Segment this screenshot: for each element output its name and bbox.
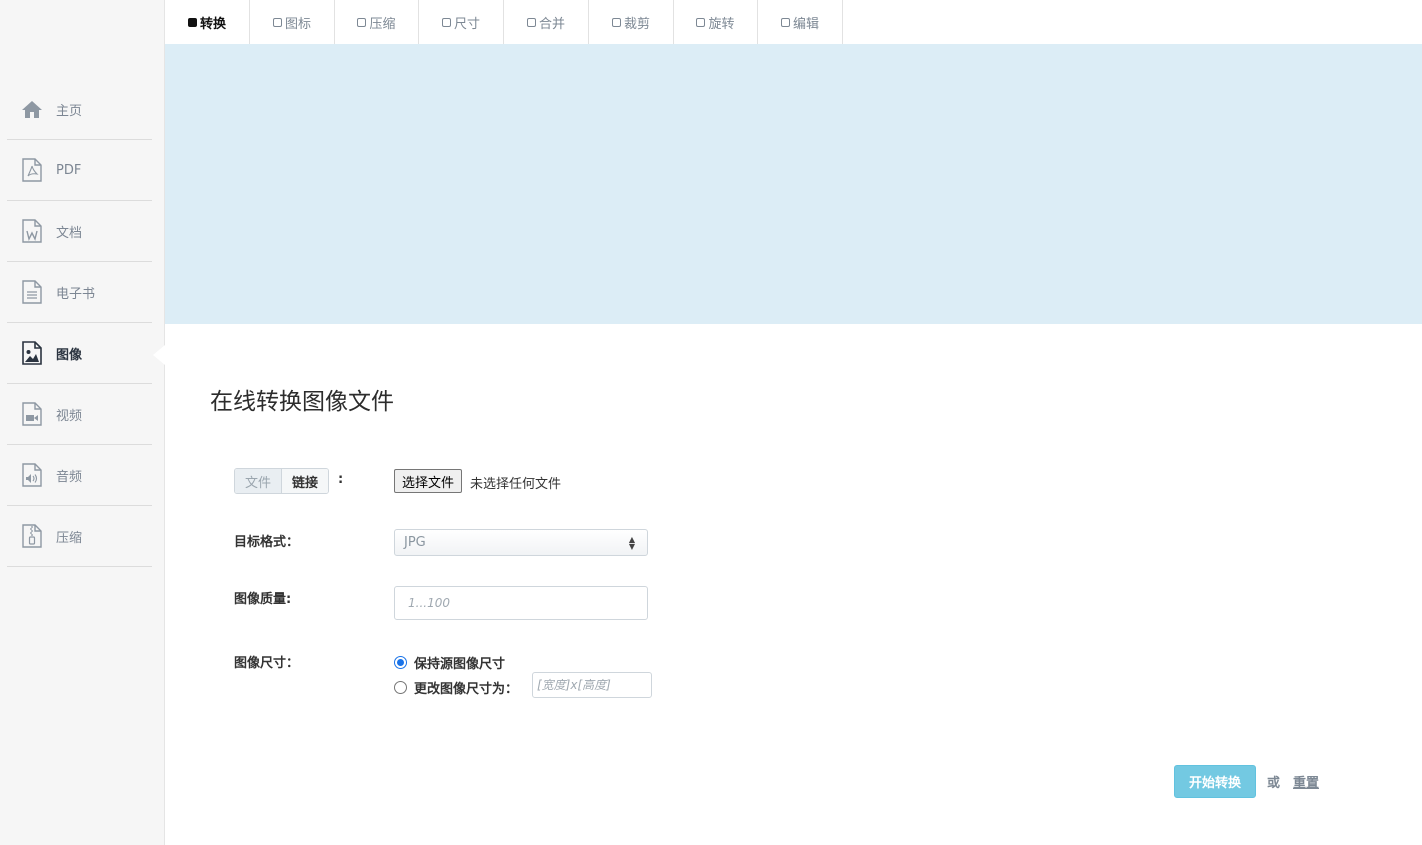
sidebar-item-label: 视频 [56,408,83,424]
start-convert-button[interactable]: 开始转换 [1174,765,1256,798]
tab-label: 转换 [199,16,226,32]
tab-label: 压缩 [369,16,396,32]
target-format-value: JPG [404,535,426,550]
tab-crop[interactable]: 裁剪 [589,0,674,44]
sidebar-item-label: 文档 [56,225,83,241]
sidebar-nav: 主页 PDF 文档 电子书 图像 视频 音频 压缩 [7,79,152,567]
tab-edit[interactable]: 编辑 [758,0,843,44]
keep-size-option[interactable]: 保持源图像尺寸 [394,653,505,672]
sidebar-item-documents[interactable]: 文档 [7,201,152,262]
sidebar-item-home[interactable]: 主页 [7,79,152,140]
sidebar-item-label: PDF [56,162,82,178]
checkbox-icon [780,17,790,27]
change-size-label: 更改图像尺寸为： [414,682,519,697]
archive-file-icon [21,524,43,548]
tab-label: 图标 [284,16,311,32]
checkbox-icon [526,17,536,27]
choose-file-button[interactable]: 选择文件 [394,469,463,493]
tab-label: 裁剪 [623,16,650,32]
video-file-icon [21,402,43,426]
source-toggle: 文件 链接 [234,468,330,494]
target-format-select[interactable]: JPG ▲ ▼ [394,529,648,556]
sidebar-item-label: 电子书 [56,286,96,302]
tab-rotate[interactable]: 旋转 [674,0,758,44]
tool-tabs: 转换 图标 压缩 尺寸 合并 裁剪 旋转 编辑 [165,0,843,44]
tab-merge[interactable]: 合并 [504,0,589,44]
checkbox-icon [441,17,451,27]
page-title: 在线转换图像文件 [210,389,394,415]
checkbox-icon [696,17,706,27]
sidebar-item-label: 图像 [56,347,83,363]
ebook-icon [21,280,43,304]
word-document-icon [21,219,43,243]
sidebar-item-label: 压缩 [56,530,83,546]
checkbox-icon [187,17,197,27]
or-text: 或 [1267,776,1281,791]
source-link-tab[interactable]: 链接 [282,469,329,493]
sidebar-item-ebooks[interactable]: 电子书 [7,262,152,323]
change-size-option[interactable]: 更改图像尺寸为： [394,678,518,697]
checkbox-icon [611,17,621,27]
change-size-radio[interactable] [394,681,407,694]
tab-compress[interactable]: 压缩 [335,0,419,44]
checkbox-icon [357,17,367,27]
select-arrows-icon: ▲ ▼ [628,535,635,551]
home-icon [21,97,43,121]
sidebar-item-images[interactable]: 图像 [7,323,152,384]
image-file-icon [21,341,43,365]
checkbox-icon [272,17,282,27]
keep-size-label: 保持源图像尺寸 [414,657,506,672]
tab-label: 编辑 [792,16,819,32]
image-size-label: 图像尺寸： [234,656,300,671]
audio-file-icon [21,463,43,487]
tab-label: 旋转 [708,16,735,32]
sidebar-item-pdf[interactable]: PDF [7,140,152,201]
file-status-text: 未选择任何文件 [470,477,562,492]
reset-link[interactable]: 重置 [1293,772,1319,791]
tab-icon[interactable]: 图标 [250,0,335,44]
pdf-file-icon [21,158,43,182]
sidebar-item-audio[interactable]: 音频 [7,445,152,506]
sidebar-item-label: 主页 [56,103,83,119]
tab-resize[interactable]: 尺寸 [419,0,504,44]
image-quality-input[interactable] [394,586,648,620]
custom-size-input[interactable] [532,672,652,698]
target-format-label: 目标格式： [234,535,300,550]
banner [165,44,1422,324]
tab-label: 尺寸 [453,16,480,32]
tab-convert[interactable]: 转换 [165,0,250,44]
source-colon: : [338,472,344,487]
sidebar-item-label: 音频 [56,469,83,485]
source-file-tab[interactable]: 文件 [235,469,283,493]
sidebar: 主页 PDF 文档 电子书 图像 视频 音频 压缩 [0,0,165,845]
active-indicator [153,345,165,365]
keep-size-radio[interactable] [394,656,407,669]
sidebar-item-archives[interactable]: 压缩 [7,506,152,567]
image-quality-label: 图像质量: [234,592,292,607]
tab-label: 合并 [538,16,565,32]
sidebar-item-videos[interactable]: 视频 [7,384,152,445]
